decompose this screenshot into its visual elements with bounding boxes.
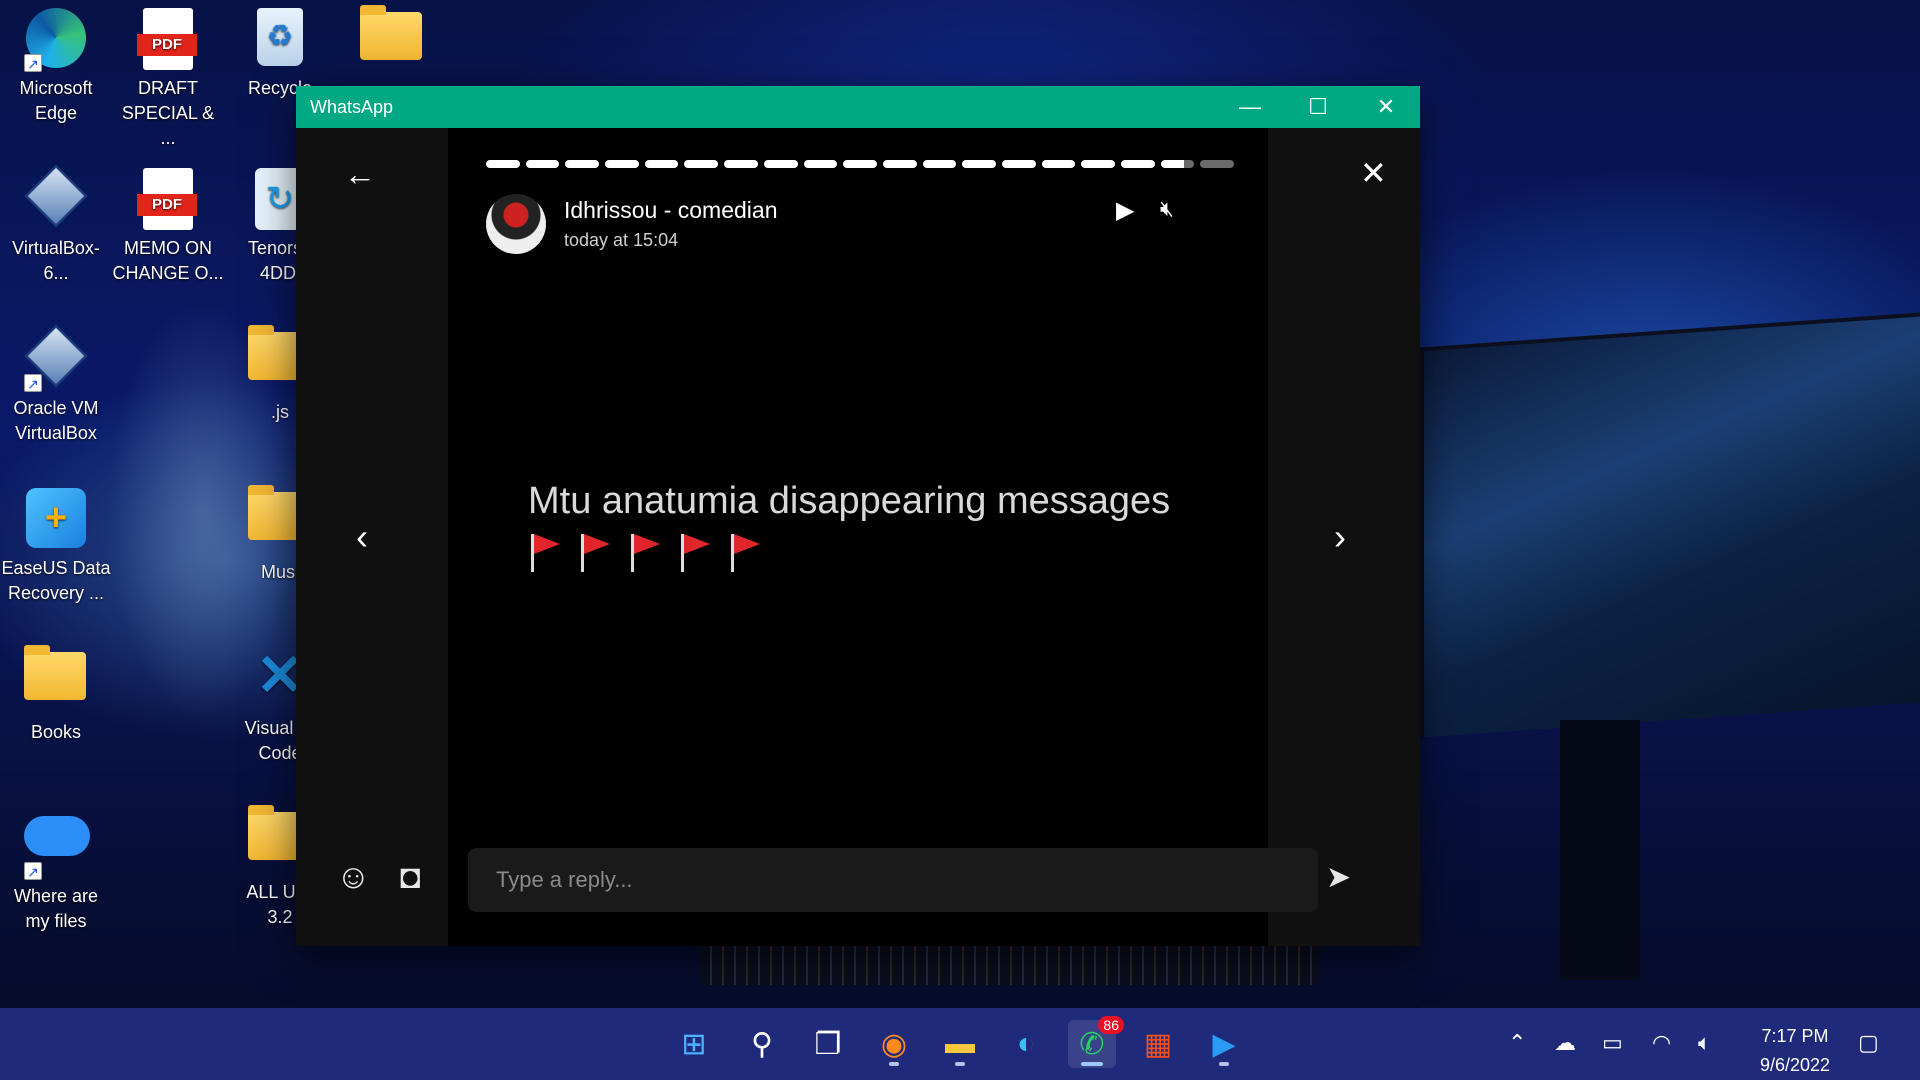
pdf-icon: PDF [137,8,197,70]
virtualbox-icon [24,164,88,228]
next-status-icon[interactable]: › [1334,516,1346,558]
red-flag-icon [528,532,564,572]
progress-segment [922,160,957,168]
maximize-button[interactable]: ☐ [1284,86,1352,128]
mute-icon[interactable]: 🔇︎ [1160,196,1174,222]
progress-segment [882,160,917,168]
volume-icon[interactable]: 🔈︎ [1698,1030,1711,1056]
onedrive-icon [24,816,90,856]
progress-segment [1121,160,1155,168]
minimize-button[interactable]: — [1216,86,1284,128]
notifications-icon[interactable]: ▢ [1858,1030,1879,1056]
shortcut-arrow-icon: ↗ [24,54,42,72]
progress-segment [1081,160,1115,168]
notification-badge: 86 [1098,1016,1124,1034]
progress-segment [1001,160,1036,168]
desktop-icon-edge[interactable]: ↗ Microsoft Edge [0,2,112,126]
folder-icon [360,5,422,60]
red-flag-icon [678,532,714,572]
status-story: Idhrissou - comedian today at 15:04 ▶ 🔇︎… [448,128,1268,946]
taskbar: ⊞ ⚲ ❐ ◉ ▬ ◐ ✆ 86 ▦ ▶ ⌃ ☁ ▭ ◠ 🔈︎ 7:17 PM … [0,1008,1920,1080]
clock-time: 7:17 PM [1761,1026,1829,1046]
onedrive-icon[interactable]: ☁ [1554,1030,1576,1056]
wallpaper-monitor [1420,312,1920,738]
chevron-up-icon[interactable]: ⌃ [1508,1030,1526,1056]
back-arrow-icon[interactable]: ← [344,156,376,193]
progress-segment [962,160,996,168]
wallpaper-monitor-stand [1560,720,1640,980]
wallpaper-keyboard [700,945,1320,985]
edge-icon[interactable]: ◐ [1002,1020,1050,1068]
task-view-icon[interactable]: ❐ [804,1020,852,1068]
desktop-icon-draft-pdf[interactable]: PDF DRAFT SPECIAL & ... [112,2,224,151]
desktop-icon-oracle-vm[interactable]: ↗ Oracle VM VirtualBox [0,322,112,446]
shortcut-arrow-icon: ↗ [24,862,42,880]
progress-segment [1200,160,1235,168]
close-window-button[interactable]: ✕ [1352,86,1420,128]
easeus-icon: + [26,488,86,548]
search-icon[interactable]: ⚲ [738,1020,786,1068]
progress-segment [565,160,600,168]
flag-emojis [528,532,764,572]
progress-segment [724,160,758,168]
firefox-icon[interactable]: ◉ [870,1020,918,1068]
desktop-icon-virtualbox-installer[interactable]: VirtualBox-6... [0,162,112,286]
previous-status-icon[interactable]: ‹ [356,516,368,558]
reply-input[interactable] [496,867,1290,893]
whatsapp-window: WhatsApp — ☐ ✕ ← ✕ Idhrissou - comedian … [296,86,1420,946]
red-flag-icon [628,532,664,572]
wifi-icon[interactable]: ◠ [1652,1030,1671,1056]
media-player-icon[interactable]: ▶ [1200,1020,1248,1068]
emoji-icon[interactable]: ☺ [336,858,371,897]
shortcut-arrow-icon: ↗ [24,374,42,392]
progress-segment [763,160,798,168]
clock-date: 9/6/2022 [1759,1055,1831,1075]
file-explorer-icon[interactable]: ▬ [936,1020,984,1068]
red-flag-icon [578,532,614,572]
sticker-icon[interactable]: ◘ [400,858,421,897]
desktop-icon-memo-pdf[interactable]: PDF MEMO ON CHANGE O... [112,162,224,286]
microsoft-store-icon[interactable]: ▦ [1134,1020,1182,1068]
play-icon[interactable]: ▶ [1116,196,1134,225]
progress-segment [605,160,639,168]
progress-segment [803,160,838,168]
status-viewer: ← ✕ Idhrissou - comedian today at 15:04 … [296,128,1420,946]
desktop-icon-books[interactable]: Books [0,642,112,745]
pdf-icon: PDF [137,168,197,230]
start-icon[interactable]: ⊞ [670,1020,718,1068]
red-flag-icon [728,532,764,572]
status-timestamp: today at 15:04 [564,230,679,250]
desktop-icon-onedrive[interactable]: ↗ Where are my files [0,802,112,934]
progress-segment [684,160,719,168]
whatsapp-icon[interactable]: ✆ 86 [1068,1016,1124,1068]
battery-icon[interactable]: ▭ [1602,1030,1623,1056]
progress-segment [486,160,520,168]
window-title: WhatsApp [310,96,394,117]
progress-segment [644,160,679,168]
progress-segment [1041,160,1076,168]
author-name: Idhrissou - comedian [564,197,778,223]
status-progress-bar [486,160,1235,168]
progress-segment [843,160,877,168]
folder-icon [24,645,86,700]
progress-segment [525,160,560,168]
close-status-icon[interactable]: ✕ [1360,154,1387,192]
clock[interactable]: 7:17 PM 9/6/2022 [1740,1022,1850,1080]
recycle-bin-icon: ♻ [257,8,303,66]
status-text: Mtu anatumia disappearing messages [528,480,1171,522]
window-titlebar[interactable]: WhatsApp — ☐ ✕ [296,86,1420,128]
desktop-icon-easeus[interactable]: + EaseUS Data Recovery ... [0,482,112,606]
avatar [486,194,546,254]
progress-segment [1160,160,1195,168]
desktop-icon-folder[interactable] [336,2,448,80]
send-icon[interactable]: ➤ [1326,860,1351,895]
status-author[interactable]: Idhrissou - comedian today at 15:04 [486,194,778,254]
reply-box[interactable] [468,848,1318,912]
